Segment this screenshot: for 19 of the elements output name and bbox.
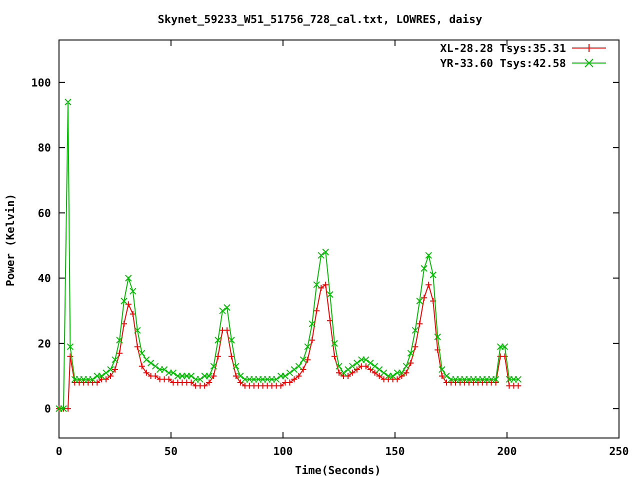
legend-label: XL-28.28 Tsys:35.31 [440,42,566,55]
x-tick-label: 250 [609,445,629,458]
y-tick-label: 0 [44,402,51,416]
y-tick-label: 60 [38,206,51,220]
x-tick-label: 100 [273,445,293,458]
legend-line-icon [572,44,606,52]
x-tick-label: 0 [56,445,62,458]
x-tick-label: 150 [385,445,405,458]
legend-label: YR-33.60 Tsys:42.58 [440,57,566,70]
y-tick-label: 40 [38,272,51,286]
x-tick-label: 200 [497,445,517,458]
legend-line-icon [572,58,606,68]
x-tick-label: 50 [164,445,178,458]
x-axis-label: Time(Seconds) [294,464,382,477]
y-axis-label: Power (Kelvin) [4,194,17,286]
y-tick-label: 20 [38,337,51,350]
y-tick-label: 100 [31,76,51,90]
chart-title: Skynet_59233_W51_51756_728_cal.txt, LOWRES, daisy [158,13,482,26]
y-tick-label: 80 [38,142,51,155]
